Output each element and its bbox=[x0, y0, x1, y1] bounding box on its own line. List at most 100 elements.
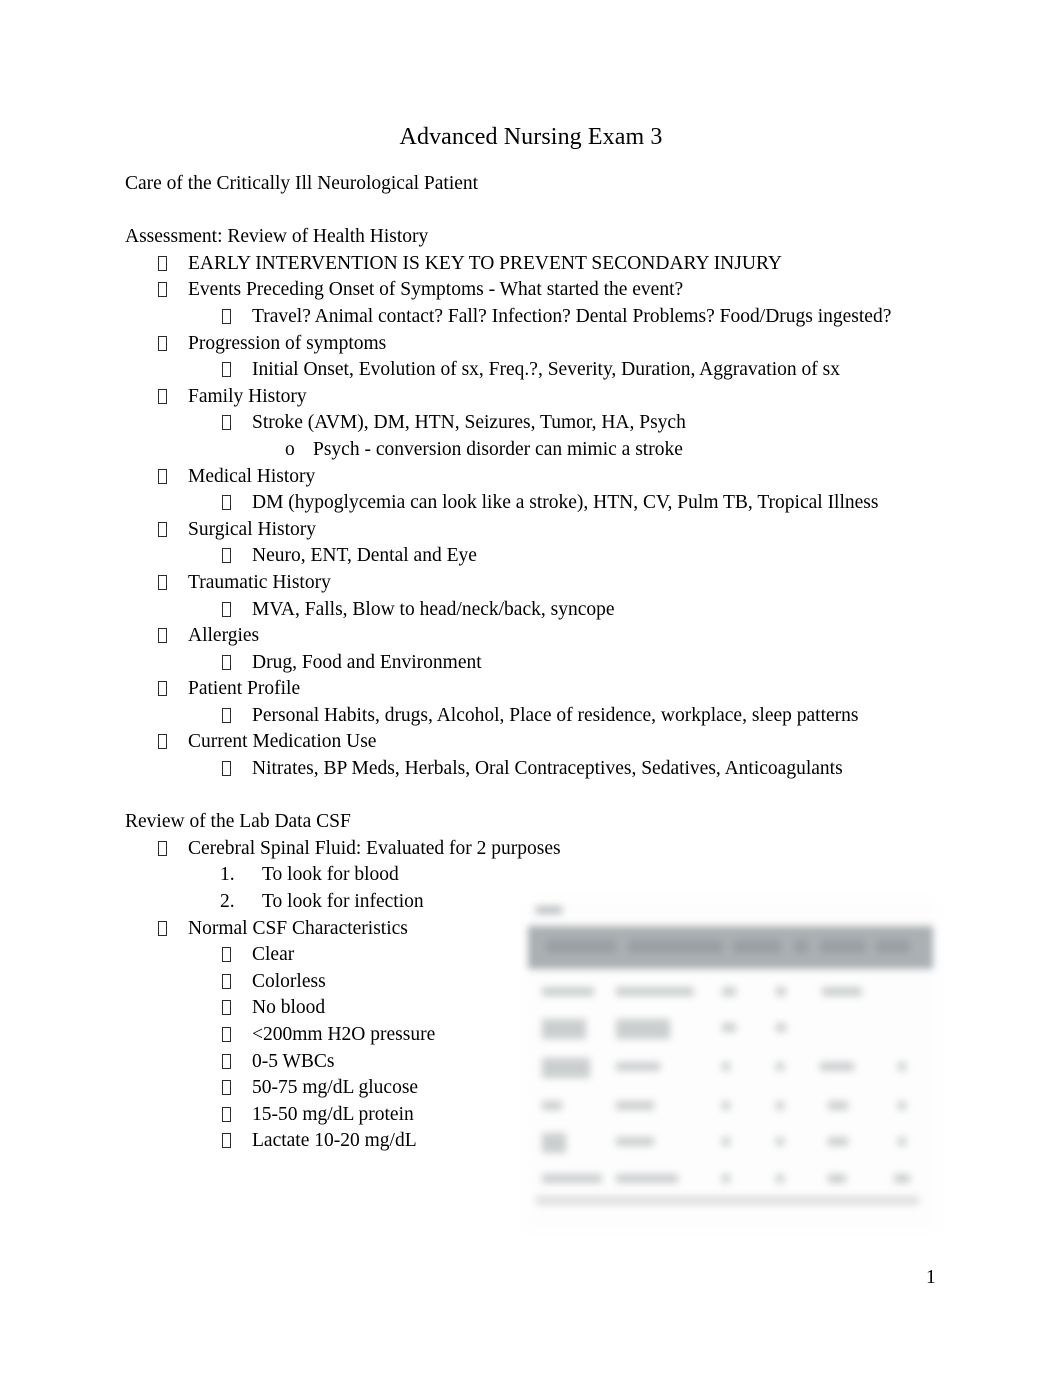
list-item: 1. To look for blood bbox=[125, 862, 955, 889]
list-item-label: To look for infection bbox=[262, 891, 424, 913]
list-item: Events Preceding Onset of Symptoms - Wha… bbox=[125, 277, 955, 304]
list-item-label: Family History bbox=[188, 385, 307, 407]
list-item: DM (hypoglycemia can look like a stroke)… bbox=[125, 490, 955, 517]
list-item: Medical History bbox=[125, 464, 955, 491]
list-item: Progression of symptoms bbox=[125, 331, 955, 358]
list-item: Stroke (AVM), DM, HTN, Seizures, Tumor, … bbox=[125, 410, 955, 437]
list-item-label: <200mm H2O pressure bbox=[252, 1024, 436, 1045]
list-item-label: Medical History bbox=[188, 465, 316, 487]
bullet-box-icon bbox=[222, 1080, 231, 1096]
bullet-box-icon bbox=[222, 1027, 231, 1042]
list-item: Patient Profile bbox=[125, 676, 955, 703]
bullet-box-icon bbox=[222, 1133, 231, 1149]
list-item-label: Patient Profile bbox=[188, 678, 301, 700]
list-item: Initial Onset, Evolution of sx, Freq.?, … bbox=[125, 357, 955, 384]
bullet-box-icon bbox=[222, 761, 231, 777]
subtitle-line: Care of the Critically Ill Neurological … bbox=[125, 173, 479, 194]
list-item-label: Cerebral Spinal Fluid: Evaluated for 2 p… bbox=[188, 837, 561, 859]
list-item: Cerebral Spinal Fluid: Evaluated for 2 p… bbox=[125, 836, 955, 863]
bullet-box-icon bbox=[158, 388, 167, 404]
figure-footnote-line bbox=[536, 1196, 919, 1205]
section-heading-assessment: Assessment: Review of Health History bbox=[125, 226, 429, 248]
list-item-label: 50-75 mg/dL glucose bbox=[252, 1077, 419, 1099]
bullet-box-icon bbox=[222, 495, 231, 511]
list-item: Family History bbox=[125, 384, 955, 411]
bullet-box-icon bbox=[158, 734, 167, 750]
bullet-box-icon bbox=[222, 1000, 231, 1016]
bullet-box-icon bbox=[222, 415, 231, 431]
list-item-label: 15-50 mg/dL protein bbox=[252, 1103, 414, 1125]
bullet-box-icon bbox=[158, 521, 167, 537]
assessment-bullet-list: EARLY INTERVENTION IS KEY TO PREVENT SEC… bbox=[125, 251, 955, 783]
list-item-label: To look for blood bbox=[262, 864, 399, 886]
list-item: Surgical History bbox=[125, 517, 955, 544]
figure-table-header-band bbox=[528, 926, 933, 969]
embedded-table-figure bbox=[524, 899, 939, 1231]
bullet-box-icon bbox=[222, 707, 231, 723]
list-item-label: Travel? Animal contact? Fall? Infection?… bbox=[252, 305, 892, 327]
list-item: Traumatic History bbox=[125, 570, 955, 597]
bullet-box-icon bbox=[222, 654, 231, 670]
list-item-label: Traumatic History bbox=[188, 571, 331, 593]
bullet-box-icon bbox=[158, 335, 167, 351]
list-item-label: Lactate 10-20 mg/dL bbox=[252, 1130, 417, 1152]
bullet-box-icon bbox=[158, 681, 167, 697]
list-item: EARLY INTERVENTION IS KEY TO PREVENT SEC… bbox=[125, 251, 955, 278]
list-item-label: Events Preceding Onset of Symptoms - Wha… bbox=[188, 279, 684, 301]
page-title: Advanced Nursing Exam 3 bbox=[399, 124, 663, 150]
bullet-box-icon bbox=[222, 362, 231, 378]
list-number: 2. bbox=[220, 891, 235, 913]
list-item: Allergies bbox=[125, 623, 955, 650]
document-page: Advanced Nursing Exam 3 Care of the Crit… bbox=[0, 0, 1062, 1377]
bullet-box-icon bbox=[222, 973, 231, 989]
bullet-box-icon bbox=[158, 628, 167, 644]
list-item-label: Progression of symptoms bbox=[188, 332, 387, 354]
list-item: o Psych - conversion disorder can mimic a… bbox=[125, 437, 955, 464]
figure-top-tag bbox=[536, 906, 562, 914]
list-item: Nitrates, BP Meds, Herbals, Oral Contrac… bbox=[125, 756, 955, 783]
list-item: Drug, Food and Environment bbox=[125, 650, 955, 677]
list-item-label: 0-5 WBCs bbox=[252, 1050, 335, 1072]
figure-table-row bbox=[532, 1091, 931, 1128]
list-item-label: Neuro, ENT, Dental and Eye bbox=[252, 545, 477, 567]
list-item-label: No blood bbox=[252, 997, 326, 1019]
bullet-box-icon bbox=[222, 1106, 231, 1122]
bullet-box-icon bbox=[222, 1053, 231, 1069]
list-item-label: Normal CSF Characteristics bbox=[188, 917, 408, 939]
list-item-label: DM (hypoglycemia can look like a stroke)… bbox=[252, 492, 879, 514]
figure-table-row bbox=[532, 1013, 931, 1050]
list-item: Current Medication Use bbox=[125, 729, 955, 756]
list-item-label: Clear bbox=[252, 944, 295, 966]
bullet-box-icon bbox=[222, 601, 231, 617]
page-number: 1 bbox=[926, 1267, 936, 1288]
list-item: Personal Habits, drugs, Alcohol, Place o… bbox=[125, 703, 955, 730]
bullet-box-icon bbox=[158, 840, 167, 856]
bullet-box-icon bbox=[158, 920, 167, 936]
figure-canvas bbox=[524, 899, 939, 1231]
bullet-box-icon bbox=[158, 468, 167, 484]
list-item: Travel? Animal contact? Fall? Infection?… bbox=[125, 304, 955, 331]
list-item-label: Colorless bbox=[252, 970, 326, 992]
list-item-label: MVA, Falls, Blow to head/neck/back, sync… bbox=[252, 598, 615, 620]
bullet-box-icon bbox=[222, 308, 231, 324]
list-item-label: Surgical History bbox=[188, 518, 317, 540]
bullet-box-icon bbox=[158, 574, 167, 590]
list-item-label: Personal Habits, drugs, Alcohol, Place o… bbox=[252, 704, 859, 726]
list-item-label: Initial Onset, Evolution of sx, Freq.?, … bbox=[252, 359, 840, 381]
list-item: Neuro, ENT, Dental and Eye bbox=[125, 543, 955, 570]
figure-table-row bbox=[532, 1052, 931, 1089]
figure-table-row bbox=[532, 1127, 931, 1164]
list-item-label: Stroke (AVM), DM, HTN, Seizures, Tumor, … bbox=[252, 412, 686, 434]
list-item-label: Current Medication Use bbox=[188, 731, 377, 753]
list-item-label: Psych - conversion disorder can mimic a … bbox=[313, 438, 683, 460]
bullet-box-icon bbox=[158, 255, 167, 271]
bullet-box-icon bbox=[222, 947, 231, 963]
list-item-label: EARLY INTERVENTION IS KEY TO PREVENT SEC… bbox=[188, 252, 782, 274]
list-item-label: Nitrates, BP Meds, Herbals, Oral Contrac… bbox=[252, 758, 843, 780]
bullet-box-icon bbox=[158, 282, 167, 298]
bullet-circle-icon: o bbox=[285, 438, 295, 460]
list-item-label: Drug, Food and Environment bbox=[252, 651, 482, 673]
figure-table-row bbox=[532, 977, 931, 1014]
